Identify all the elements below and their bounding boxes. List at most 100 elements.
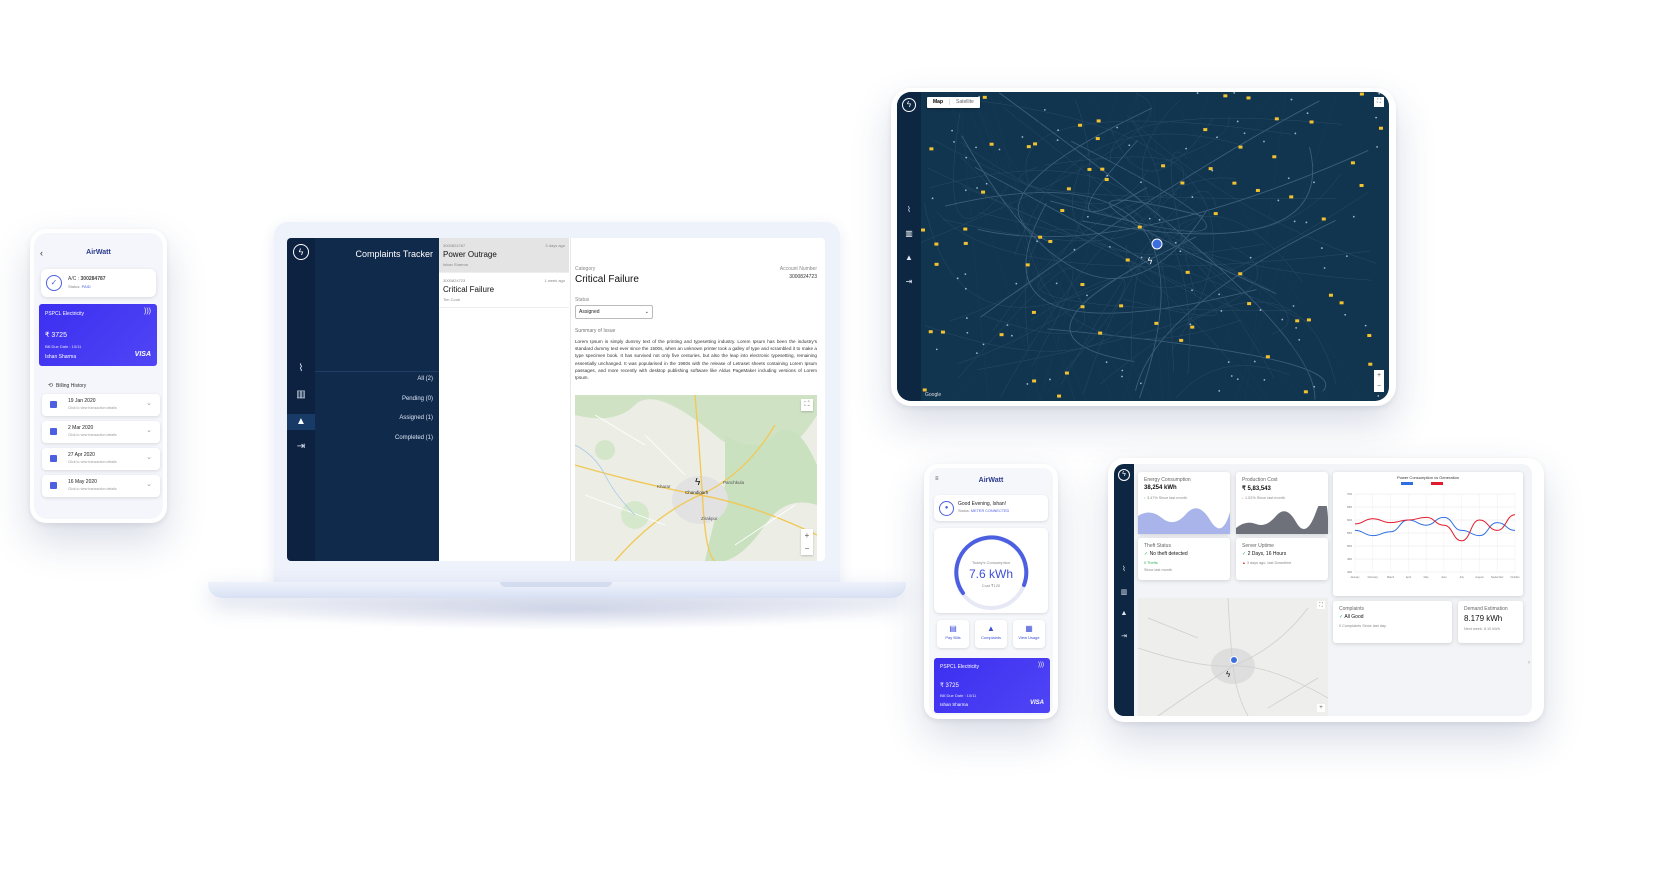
warning-icon[interactable]: ▲ <box>897 253 921 262</box>
zoom-in-button[interactable]: + <box>1374 370 1384 381</box>
action-button[interactable]: ▲ Complaints <box>975 620 1007 648</box>
bill-hint: Click to view transaction details <box>68 433 117 437</box>
map-icon[interactable]: ▥ <box>897 229 921 238</box>
chevron-down-icon[interactable]: ⌄ <box>146 426 152 434</box>
bill-hint: Click to view transaction details <box>68 460 117 464</box>
y-tick-label: 550 <box>1347 531 1352 535</box>
map-icon[interactable]: ▥ <box>1114 588 1134 596</box>
chart-icon[interactable]: ⌇ <box>287 363 315 374</box>
bill-icon: ▤ <box>949 624 957 633</box>
zoom-out-button[interactable]: − <box>1374 381 1384 392</box>
card-due: Bill Due Date : 10/11 <box>45 344 82 349</box>
town-dot <box>1263 378 1266 381</box>
location-pin-icon[interactable] <box>1151 238 1163 250</box>
highway-marker <box>1048 240 1053 244</box>
town-dot <box>1263 140 1265 143</box>
map-road <box>1015 92 1262 401</box>
filter-item[interactable]: All (2) <box>417 376 433 382</box>
y-tick-label: 650 <box>1347 505 1352 509</box>
fullscreen-icon[interactable]: ⛶ <box>1317 601 1325 609</box>
chart-icon[interactable]: ⌇ <box>897 205 921 214</box>
fullscreen-icon[interactable]: ⛶ <box>801 399 813 411</box>
action-button[interactable]: ▤ Pay Bills <box>937 620 969 648</box>
bill-row[interactable]: 2 Mar 2020 Click to view transaction deta… <box>42 421 160 443</box>
complaint-list-item[interactable]: 3000824787 3 days ago Power Outrage Ishan S… <box>439 238 569 273</box>
consumption-card: Today's Consumption 7.6 kWh Cost ₹120 <box>934 528 1048 613</box>
complaint-list-item[interactable]: 3000824723 1 week ago Critical Failure Tim … <box>439 273 569 308</box>
bolt-logo-icon[interactable]: ϟ <box>902 98 916 112</box>
cost-area-chart <box>1236 506 1328 534</box>
satellite-tab[interactable]: Satellite <box>949 99 980 105</box>
dashboard-map[interactable]: ϟ ⛶ + <box>1138 598 1328 716</box>
demand-sub: Next week: 8.10 kWh <box>1464 627 1500 631</box>
laptop-notch <box>500 582 612 587</box>
town-dot <box>1049 378 1051 381</box>
summary-label: Summary of Issue <box>575 328 616 334</box>
electricity-card[interactable]: PSPCL Electricity ))) ₹ 3725 Bill Due Da… <box>39 304 157 366</box>
map-tab[interactable]: Map <box>927 99 949 105</box>
bolt-logo-icon[interactable]: ϟ <box>1118 469 1130 481</box>
action-button[interactable]: ▦ View Usage <box>1013 620 1045 648</box>
visa-logo: VISA <box>134 351 151 358</box>
bill-row[interactable]: 16 May 2020 Click to view transaction det… <box>42 475 160 497</box>
town-dot <box>1344 313 1347 316</box>
highway-marker <box>1255 188 1260 192</box>
warning-icon[interactable]: ▲ <box>1114 610 1134 617</box>
complaint-map[interactable]: ϟ Kharar Chandigarh Zirakpur Panchkula ⛶… <box>575 395 817 561</box>
bolt-marker-icon[interactable]: ϟ <box>1147 257 1153 267</box>
highway-marker <box>1087 167 1092 171</box>
highway-marker <box>1213 212 1218 216</box>
zoom-in-button[interactable]: + <box>801 529 813 542</box>
bolt-marker-icon[interactable]: ϟ <box>695 477 700 488</box>
category-label: Category <box>575 266 596 272</box>
legend-swatch[interactable] <box>1431 482 1443 485</box>
legend-swatch[interactable] <box>1401 482 1413 485</box>
town-dot <box>1211 169 1214 172</box>
zoom-out-button[interactable]: − <box>801 542 813 555</box>
town-dot <box>1378 92 1381 95</box>
map-icon[interactable]: ▥ <box>287 389 315 400</box>
highway-marker <box>1125 258 1130 262</box>
scroll-right-icon[interactable]: › <box>1528 660 1530 666</box>
warning-icon[interactable]: ▲ <box>287 414 315 430</box>
bill-row[interactable]: 27 Apr 2020 Click to view transaction det… <box>42 448 160 470</box>
today-label: Today's Consumption <box>971 560 1011 565</box>
filter-item[interactable]: Pending (0) <box>402 396 433 402</box>
status-select[interactable]: Assigned ⌄ <box>575 305 653 319</box>
electricity-card[interactable]: PSPCL Electricity ))) ₹ 3725 Bill Due Da… <box>934 658 1050 713</box>
chevron-down-icon[interactable]: ⌄ <box>146 399 152 407</box>
zoom-control: + − <box>1374 370 1384 392</box>
highway-marker <box>921 228 926 232</box>
logout-icon[interactable]: ⇥ <box>287 441 315 452</box>
chevron-down-icon[interactable]: ⌄ <box>146 453 152 461</box>
meter-status-label: Status: <box>958 509 970 513</box>
town-dot <box>1376 146 1379 148</box>
filter-item[interactable]: Completed (1) <box>395 435 433 441</box>
chart-icon[interactable]: ⌇ <box>1114 565 1134 573</box>
summary-text: Lorem Ipsum is simply dummy text of the … <box>575 339 817 381</box>
account-number-label: Account Number <box>779 266 817 272</box>
chevron-down-icon[interactable]: ⌄ <box>146 480 152 488</box>
logout-icon[interactable]: ⇥ <box>897 277 921 286</box>
highway-marker <box>1274 117 1279 121</box>
location-pin-icon[interactable] <box>1230 656 1238 664</box>
account-label: A/C : <box>68 276 80 282</box>
bill-row[interactable]: 19 Jan 2020 Click to view transaction det… <box>42 394 160 416</box>
logout-icon[interactable]: ⇥ <box>1114 632 1134 640</box>
highway-marker <box>934 242 939 246</box>
zoom-in-button[interactable]: + <box>1317 704 1325 712</box>
power-line-chart: 400 450 500 550 600 650 700 January February Marc… <box>1347 482 1520 579</box>
highway-marker <box>1272 155 1277 159</box>
highway-marker <box>1223 94 1228 98</box>
bolt-marker-icon[interactable]: ϟ <box>1226 670 1230 679</box>
complaint-title: Critical Failure <box>443 285 495 294</box>
y-tick-label: 700 <box>1347 492 1352 496</box>
today-value: 7.6 kWh <box>968 567 1013 581</box>
filter-item[interactable]: Assigned (1) <box>399 415 433 421</box>
fullscreen-icon[interactable]: ⛶ <box>1374 97 1384 107</box>
town-dot <box>951 129 953 132</box>
town-dot <box>975 146 977 149</box>
town-dot <box>931 197 934 200</box>
bill-date: 16 May 2020 <box>68 479 97 485</box>
bolt-logo-icon[interactable]: ϟ <box>293 244 309 260</box>
